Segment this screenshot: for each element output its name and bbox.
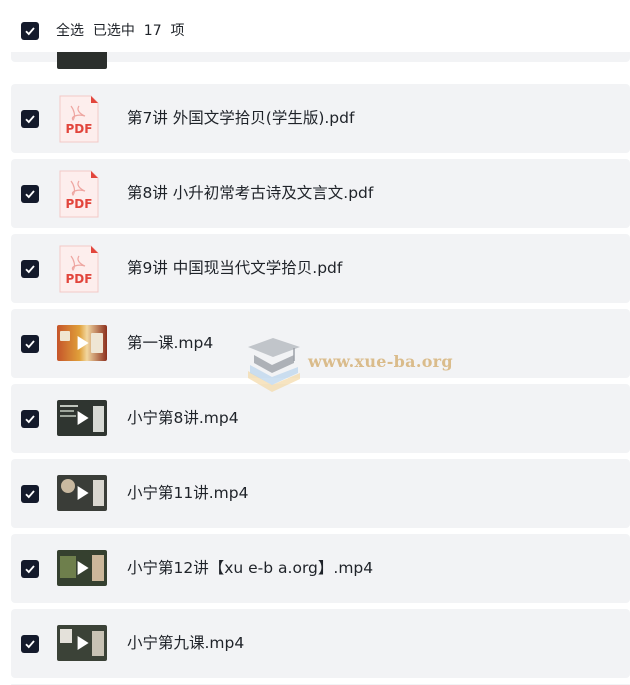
video-thumbnail xyxy=(57,400,107,436)
play-icon xyxy=(77,636,89,650)
video-thumbnail xyxy=(57,475,107,511)
file-checkbox[interactable] xyxy=(21,110,39,128)
pdf-icon-text: PDF xyxy=(66,197,93,211)
pdf-file-icon: PDF xyxy=(57,94,101,144)
file-row[interactable]: 小宁第8讲.mp4 xyxy=(11,384,630,453)
play-icon xyxy=(77,561,89,575)
file-name: 小宁第8讲.mp4 xyxy=(127,409,239,427)
video-thumbnail xyxy=(57,625,107,661)
file-row[interactable]: 小宁第11讲.mp4 xyxy=(11,459,630,528)
file-checkbox[interactable] xyxy=(21,185,39,203)
pdf-file-icon: PDF xyxy=(57,169,101,219)
file-name: 第8讲 小升初常考古诗及文言文.pdf xyxy=(127,184,374,202)
pdf-file-icon: PDF xyxy=(57,244,101,294)
file-name: 小宁第12讲【xu e-b a.org】.mp4 xyxy=(127,559,374,577)
video-thumbnail xyxy=(57,550,107,586)
file-checkbox[interactable] xyxy=(21,560,39,578)
file-name: 第一课.mp4 xyxy=(127,334,214,352)
file-row[interactable]: 小宁第九课.mp4 xyxy=(11,609,630,678)
file-checkbox[interactable] xyxy=(21,410,39,428)
video-thumbnail xyxy=(57,325,107,361)
file-row[interactable]: 第一课.mp4 xyxy=(11,309,630,378)
file-row[interactable]: 小宁第12讲【xu e-b a.org】.mp4 xyxy=(11,534,630,603)
file-checkbox[interactable] xyxy=(21,635,39,653)
play-icon xyxy=(77,486,89,500)
selection-header: 全选 已选中 17 项 xyxy=(0,0,630,52)
file-name: 第9讲 中国现当代文学拾贝.pdf xyxy=(127,259,343,277)
selection-count-label: 全选 已选中 17 项 xyxy=(56,23,185,39)
play-icon xyxy=(77,411,89,425)
pdf-icon-text: PDF xyxy=(66,272,93,286)
file-checkbox[interactable] xyxy=(21,485,39,503)
play-icon xyxy=(77,336,89,350)
file-row[interactable]: PDF 第7讲 外国文学拾贝(学生版).pdf xyxy=(11,84,630,153)
select-all-checkbox[interactable] xyxy=(21,22,39,40)
file-checkbox[interactable] xyxy=(21,335,39,353)
file-name: 小宁第九课.mp4 xyxy=(127,634,245,652)
file-checkbox[interactable] xyxy=(21,260,39,278)
pdf-icon-text: PDF xyxy=(66,122,93,136)
file-name: 第7讲 外国文学拾贝(学生版).pdf xyxy=(127,109,355,127)
file-row[interactable]: PDF 第8讲 小升初常考古诗及文言文.pdf xyxy=(11,159,630,228)
file-name: 小宁第11讲.mp4 xyxy=(127,484,249,502)
file-row[interactable]: PDF 第9讲 中国现当代文学拾贝.pdf xyxy=(11,234,630,303)
